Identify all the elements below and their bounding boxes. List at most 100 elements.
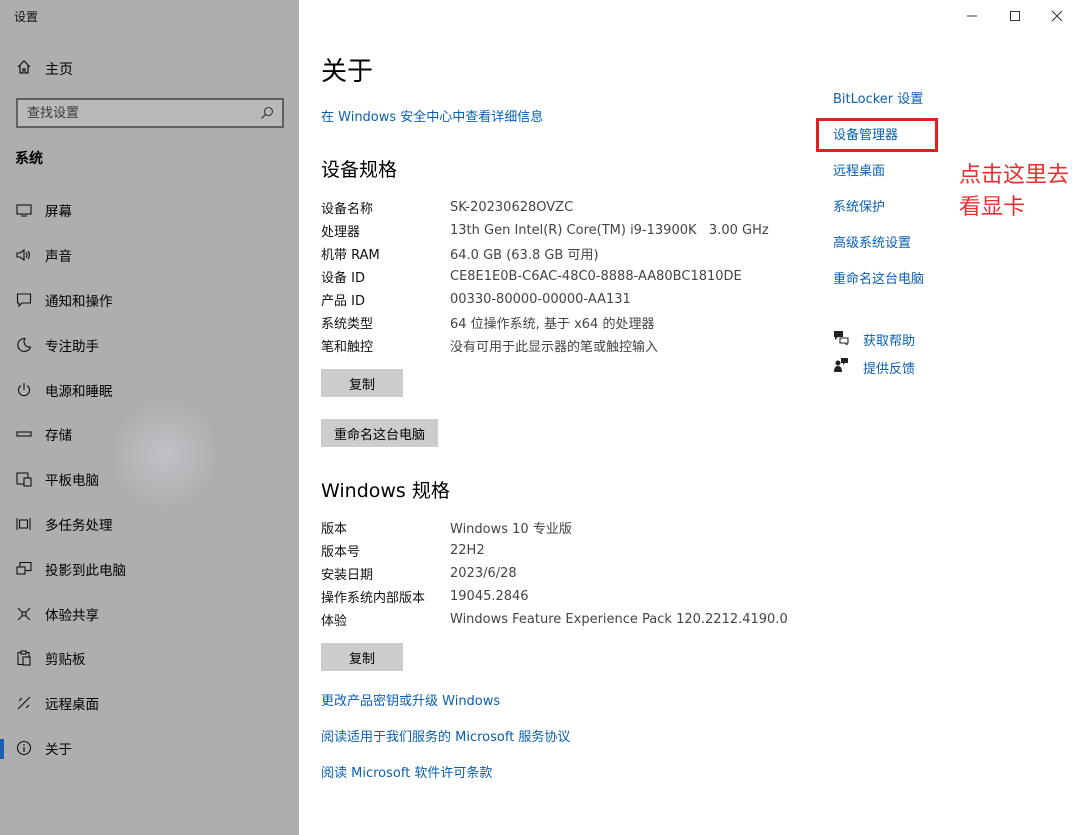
sidebar-item-shared-experiences[interactable]: 体验共享 xyxy=(0,591,299,636)
sidebar-item-focus-assist[interactable]: 专注助手 xyxy=(0,322,299,367)
spec-value: 00330-80000-00000-AA131 xyxy=(450,292,631,307)
sidebar-item-label: 声音 xyxy=(45,249,72,266)
spec-row: 机带 RAM 64.0 GB (63.8 GB 可用) xyxy=(321,242,881,265)
home-label: 主页 xyxy=(45,62,73,78)
sidebar-item-sound[interactable]: 声音 xyxy=(0,233,299,278)
display-icon xyxy=(16,202,32,218)
feedback-icon xyxy=(833,357,849,377)
spec-value: 64.0 GB (63.8 GB 可用) xyxy=(450,248,599,263)
bitlocker-settings-link[interactable]: BitLocker 设置 xyxy=(833,88,923,107)
annotation-text: 点击这里去看显卡 xyxy=(959,163,1070,220)
get-help-item[interactable]: 获取帮助 xyxy=(833,329,915,349)
home-icon xyxy=(16,59,32,79)
sidebar-item-label: 电源和睡眠 xyxy=(45,383,113,400)
spec-value: Windows Feature Experience Pack 120.2212… xyxy=(450,612,788,627)
spec-key: 版本号 xyxy=(321,545,361,560)
sidebar-item-label: 多任务处理 xyxy=(45,517,113,534)
spec-key: 设备名称 xyxy=(321,202,374,217)
share-icon xyxy=(16,606,32,622)
spec-value: 19045.2846 xyxy=(450,589,529,604)
clipboard-icon xyxy=(16,650,32,666)
spec-key: 操作系统内部版本 xyxy=(321,591,426,606)
sidebar-item-label: 专注助手 xyxy=(45,338,99,355)
device-specs-heading: 设备规格 xyxy=(321,159,398,181)
spec-row: 设备 ID CE8E1E0B-C6AC-48C0-8888-AA80BC1810D… xyxy=(321,265,881,288)
spec-row: 版本号 22H2 xyxy=(321,539,881,562)
main-content: 关于 在 Windows 安全中心中查看详细信息 设备规格 设备名称 SK-202… xyxy=(299,0,1080,835)
sidebar-section-title: 系统 xyxy=(15,151,43,167)
get-help-link[interactable]: 获取帮助 xyxy=(863,330,915,349)
spec-value: 没有可用于此显示器的笔或触控输入 xyxy=(450,340,659,355)
spec-row: 系统类型 64 位操作系统, 基于 x64 的处理器 xyxy=(321,311,881,334)
spec-value: 2023/6/28 xyxy=(450,566,517,581)
remote-desktop-link[interactable]: 远程桌面 xyxy=(833,160,885,179)
sidebar-item-label: 通知和操作 xyxy=(45,293,113,310)
search-input[interactable] xyxy=(27,105,252,121)
sidebar-item-clipboard[interactable]: 剪贴板 xyxy=(0,636,299,681)
spec-value: 64 位操作系统, 基于 x64 的处理器 xyxy=(450,317,655,332)
copy-device-specs-button[interactable]: 复制 xyxy=(321,369,404,397)
search-icon[interactable] xyxy=(260,105,274,124)
system-protection-link[interactable]: 系统保护 xyxy=(833,196,885,215)
sidebar-nav: 屏幕 声音 通知和操作 专注助手 电源和睡眠 存储 平板电脑 多任务处理 投影到… xyxy=(0,188,299,770)
spec-value: 22H2 xyxy=(450,543,485,558)
change-product-key-link[interactable]: 更改产品密钥或升级 Windows xyxy=(321,690,500,709)
microsoft-services-agreement-link[interactable]: 阅读适用于我们服务的 Microsoft 服务协议 xyxy=(321,726,570,745)
advanced-system-settings-link[interactable]: 高级系统设置 xyxy=(833,232,911,251)
spec-row: 笔和触控 没有可用于此显示器的笔或触控输入 xyxy=(321,334,881,357)
page-title: 关于 xyxy=(321,57,374,87)
spec-value: CE8E1E0B-C6AC-48C0-8888-AA80BC1810DE xyxy=(450,269,742,284)
spec-key: 处理器 xyxy=(321,225,361,240)
sidebar-item-label: 存储 xyxy=(45,428,72,445)
spec-row: 操作系统内部版本 19045.2846 xyxy=(321,585,881,608)
sidebar-item-label: 远程桌面 xyxy=(45,697,99,714)
help-chat-icon xyxy=(833,329,849,349)
rename-pc-link[interactable]: 重命名这台电脑 xyxy=(833,268,924,287)
spec-row: 安装日期 2023/6/28 xyxy=(321,562,881,585)
sidebar-item-display[interactable]: 屏幕 xyxy=(0,188,299,233)
notification-icon xyxy=(16,292,32,308)
spec-key: 产品 ID xyxy=(321,294,365,309)
sidebar-home[interactable]: 主页 xyxy=(16,60,73,78)
windows-specs-table: 版本 Windows 10 专业版 版本号 22H2 安装日期 2023/6/28 操… xyxy=(321,516,881,631)
spec-row: 体验 Windows Feature Experience Pack 120.22… xyxy=(321,608,881,631)
spec-row: 处理器 13th Gen Intel(R) Core(TM) i9-13900K … xyxy=(321,219,881,242)
copy-windows-specs-button[interactable]: 复制 xyxy=(321,643,404,671)
storage-icon xyxy=(16,426,32,442)
rename-pc-button[interactable]: 重命名这台电脑 xyxy=(321,419,439,447)
device-specs-table: 设备名称 SK-20230628OVZC 处理器 13th Gen Intel(R)… xyxy=(321,196,881,357)
spec-key: 笔和触控 xyxy=(321,340,374,355)
spec-value: Windows 10 专业版 xyxy=(450,522,572,537)
device-manager-link[interactable]: 设备管理器 xyxy=(833,124,898,143)
remote-icon xyxy=(16,695,32,711)
search-box[interactable] xyxy=(16,98,284,128)
sidebar-item-label: 屏幕 xyxy=(45,204,72,221)
sidebar-item-notifications[interactable]: 通知和操作 xyxy=(0,278,299,323)
info-icon xyxy=(16,740,32,756)
sidebar-item-about[interactable]: 关于 xyxy=(0,726,299,771)
project-icon xyxy=(16,561,32,577)
sidebar-item-storage[interactable]: 存储 xyxy=(0,412,299,457)
sidebar-item-label: 平板电脑 xyxy=(45,473,99,490)
tablet-icon xyxy=(16,471,32,487)
sidebar-item-label: 关于 xyxy=(45,741,72,758)
sidebar-item-project-to-pc[interactable]: 投影到此电脑 xyxy=(0,546,299,591)
give-feedback-link[interactable]: 提供反馈 xyxy=(863,358,915,377)
sidebar-item-multitasking[interactable]: 多任务处理 xyxy=(0,502,299,547)
sidebar-item-tablet[interactable]: 平板电脑 xyxy=(0,457,299,502)
power-icon xyxy=(16,382,32,398)
app-title: 设置 xyxy=(14,10,39,24)
windows-specs-heading: Windows 规格 xyxy=(321,480,450,502)
security-center-link[interactable]: 在 Windows 安全中心中查看详细信息 xyxy=(321,106,543,125)
moon-icon xyxy=(16,337,32,353)
sidebar-item-label: 体验共享 xyxy=(45,607,99,624)
multitask-icon xyxy=(16,516,32,532)
sidebar-item-label: 剪贴板 xyxy=(45,652,86,669)
spec-row: 设备名称 SK-20230628OVZC xyxy=(321,196,881,219)
microsoft-license-terms-link[interactable]: 阅读 Microsoft 软件许可条款 xyxy=(321,762,492,781)
spec-key: 机带 RAM xyxy=(321,248,380,263)
sidebar-item-remote-desktop[interactable]: 远程桌面 xyxy=(0,681,299,726)
sidebar-item-power-sleep[interactable]: 电源和睡眠 xyxy=(0,367,299,412)
spec-row: 产品 ID 00330-80000-00000-AA131 xyxy=(321,288,881,311)
give-feedback-item[interactable]: 提供反馈 xyxy=(833,357,915,377)
